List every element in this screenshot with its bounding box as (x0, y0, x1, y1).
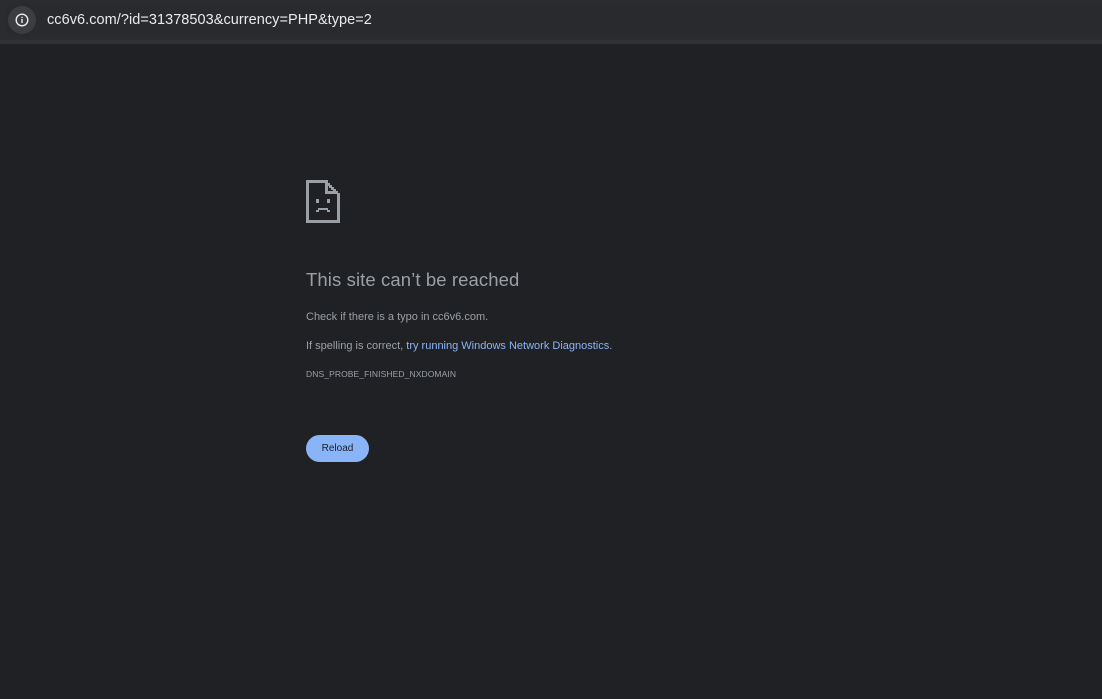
error-container: This site can’t be reached Check if ther… (306, 180, 866, 462)
diagnostics-prefix: If spelling is correct, (306, 340, 407, 352)
url-text[interactable]: cc6v6.com/?id=31378503&currency=PHP&type… (47, 12, 372, 28)
reload-button[interactable]: Reload (306, 435, 369, 462)
diagnostics-link[interactable]: try running Windows Network Diagnostics (406, 340, 609, 352)
error-title: This site can’t be reached (306, 269, 520, 290)
toolbar-divider (0, 40, 1102, 44)
info-icon (15, 13, 29, 27)
diagnostics-message: If spelling is correct, try running Wind… (306, 339, 866, 353)
address-bar[interactable]: cc6v6.com/?id=31378503&currency=PHP&type… (4, 3, 1102, 37)
diagnostics-suffix: . (609, 340, 613, 352)
error-code: DNS_PROBE_FINISHED_NXDOMAIN (306, 369, 457, 379)
browser-toolbar: cc6v6.com/?id=31378503&currency=PHP&type… (0, 0, 1102, 44)
sad-page-icon (306, 180, 340, 223)
site-info-button[interactable] (8, 6, 36, 34)
typo-message: Check if there is a typo in cc6v6.com. (306, 311, 489, 323)
